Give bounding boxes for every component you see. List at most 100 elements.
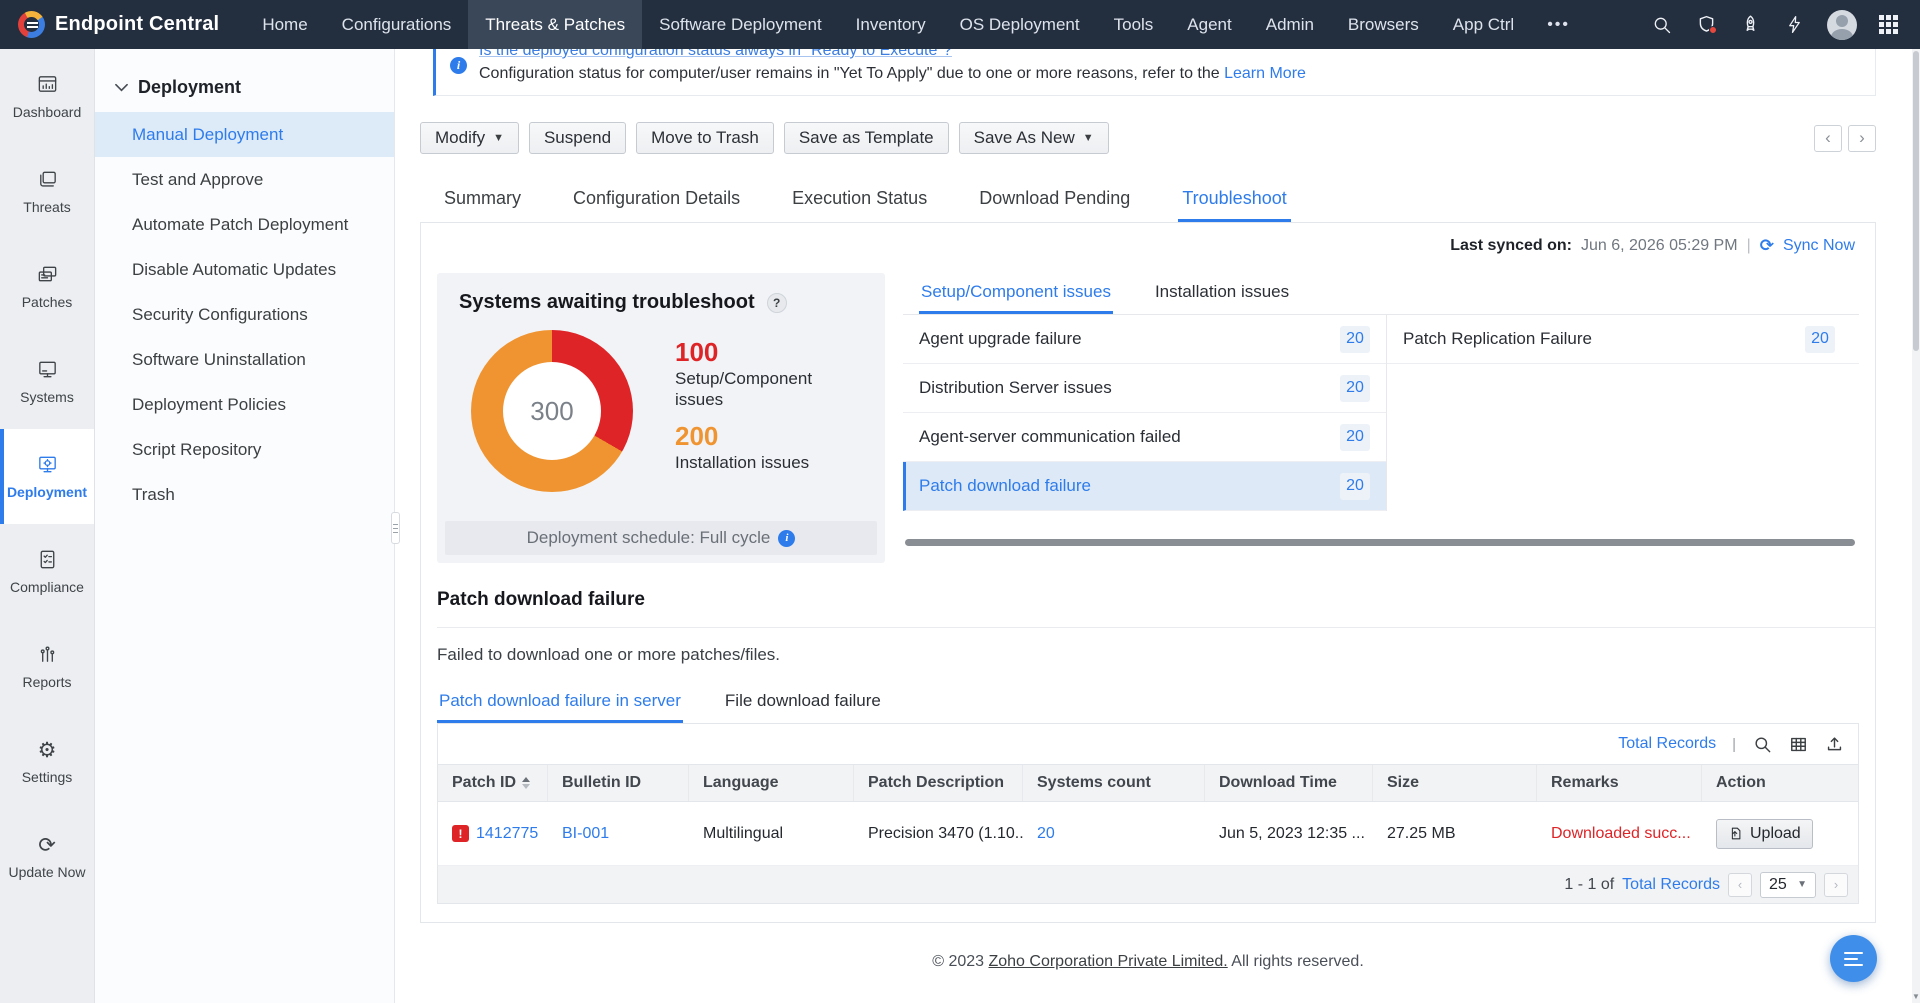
nav-item-os-deployment[interactable]: OS Deployment (943, 0, 1097, 49)
sidebar-item-deployment-policies[interactable]: Deployment Policies (95, 382, 394, 427)
banner-question-link[interactable]: Is the deployed configuration status alw… (479, 49, 1306, 62)
sidebar-item-trash[interactable]: Trash (95, 472, 394, 517)
suspend-button[interactable]: Suspend (529, 122, 626, 154)
systems-count-link[interactable]: 20 (1037, 825, 1055, 843)
tab-execution-status[interactable]: Execution Status (788, 178, 931, 222)
pagination-total-records-link[interactable]: Total Records (1622, 876, 1720, 894)
cell-download-time: Jun 5, 2023 12:35 ... (1205, 802, 1373, 865)
sidebar-item-automate-patch-deployment[interactable]: Automate Patch Deployment (95, 202, 394, 247)
schedule-info-icon[interactable]: i (778, 530, 795, 547)
rail-item-compliance[interactable]: Compliance (0, 524, 94, 619)
setup-component-count: 100 (675, 338, 825, 366)
nav-item-app-ctrl[interactable]: App Ctrl (1436, 0, 1531, 49)
issue-row-distribution-server-issues[interactable]: Distribution Server issues 20 (903, 364, 1386, 413)
column-chooser-icon[interactable] (1788, 734, 1808, 754)
nav-item-tools[interactable]: Tools (1097, 0, 1171, 49)
next-config-button[interactable]: › (1848, 125, 1876, 152)
nav-item-inventory[interactable]: Inventory (839, 0, 943, 49)
sidebar-item-script-repository[interactable]: Script Repository (95, 427, 394, 472)
issue-count[interactable]: 20 (1340, 424, 1370, 451)
sidebar-item-manual-deployment[interactable]: Manual Deployment (95, 112, 394, 157)
rail-item-systems[interactable]: Systems (0, 334, 94, 429)
sidebar-item-security-configurations[interactable]: Security Configurations (95, 292, 394, 337)
bulletin-id-link[interactable]: BI-001 (562, 825, 609, 843)
page-size-select[interactable]: 25▼ (1760, 872, 1816, 898)
pagination-next-button[interactable]: › (1824, 873, 1848, 897)
nav-item-agent[interactable]: Agent (1170, 0, 1248, 49)
rail-item-reports[interactable]: Reports (0, 619, 94, 714)
tab-patch-download-failure-in-server[interactable]: Patch download failure in server (437, 687, 683, 723)
upload-button[interactable]: Upload (1716, 819, 1813, 849)
modify-button[interactable]: Modify▼ (420, 122, 519, 154)
sort-icon[interactable] (522, 777, 530, 789)
issue-row-patch-replication-failure[interactable]: Patch Replication Failure 20 (1387, 315, 1859, 364)
issue-count[interactable]: 20 (1805, 326, 1835, 353)
cell-action: Upload (1702, 802, 1858, 865)
col-patch-id[interactable]: Patch ID (438, 765, 548, 801)
col-patch-description: Patch Description (854, 765, 1023, 801)
floating-menu-button[interactable] (1830, 935, 1877, 982)
issue-tabs: Setup/Component issues Installation issu… (903, 273, 1859, 315)
export-upload-icon[interactable] (1824, 734, 1844, 754)
tab-file-download-failure[interactable]: File download failure (723, 687, 883, 723)
rail-item-dashboard[interactable]: Dashboard (0, 49, 94, 144)
banner-message: Configuration status for computer/user r… (479, 62, 1306, 85)
issue-row-patch-download-failure[interactable]: Patch download failure 20 (903, 462, 1386, 511)
tab-configuration-details[interactable]: Configuration Details (569, 178, 744, 222)
prev-config-button[interactable]: ‹ (1814, 125, 1842, 152)
sidebar-item-test-and-approve[interactable]: Test and Approve (95, 157, 394, 202)
save-as-template-button[interactable]: Save as Template (784, 122, 949, 154)
sidebar-group-deployment[interactable]: Deployment (95, 49, 394, 112)
donut-chart[interactable]: 300 (471, 330, 633, 492)
save-as-new-button[interactable]: Save As New▼ (959, 122, 1109, 154)
patch-id-link[interactable]: 1412775 (476, 825, 538, 843)
sidebar-resize-grip[interactable] (391, 512, 400, 544)
nav-more-menu[interactable]: ••• (1531, 0, 1586, 49)
user-avatar[interactable] (1827, 10, 1857, 40)
scrollbar-down-arrow[interactable]: ▼ (1912, 992, 1920, 1001)
issue-row-agent-server-communication-failed[interactable]: Agent-server communication failed 20 (903, 413, 1386, 462)
rail-item-patches[interactable]: Patches (0, 239, 94, 334)
config-tabs: Summary Configuration Details Execution … (420, 178, 1876, 223)
dashboard-icon (36, 73, 59, 96)
total-records-link[interactable]: Total Records (1618, 735, 1716, 753)
help-icon[interactable]: ? (767, 293, 787, 313)
rail-item-threats[interactable]: Threats (0, 144, 94, 239)
apps-grid-icon[interactable] (1879, 15, 1898, 34)
sync-refresh-icon[interactable]: ⟳ (1760, 236, 1774, 256)
rail-item-settings[interactable]: ⚙ Settings (0, 714, 94, 809)
horizontal-scrollbar[interactable] (905, 539, 1855, 546)
rail-item-deployment[interactable]: Deployment (0, 429, 94, 524)
rocket-icon[interactable] (1739, 14, 1761, 36)
sync-now-link[interactable]: Sync Now (1783, 237, 1855, 255)
issue-count[interactable]: 20 (1340, 326, 1370, 353)
zoho-link[interactable]: Zoho Corporation Private Limited. (988, 953, 1227, 970)
tab-installation-issues[interactable]: Installation issues (1153, 273, 1291, 314)
tab-setup-component-issues[interactable]: Setup/Component issues (919, 273, 1113, 314)
pagination-prev-button[interactable]: ‹ (1728, 873, 1752, 897)
sidebar-item-software-uninstallation[interactable]: Software Uninstallation (95, 337, 394, 382)
quick-actions-flash-icon[interactable] (1783, 14, 1805, 36)
table-search-icon[interactable] (1752, 734, 1772, 754)
brand[interactable]: Endpoint Central (0, 0, 245, 49)
sidebar-item-disable-automatic-updates[interactable]: Disable Automatic Updates (95, 247, 394, 292)
nav-item-admin[interactable]: Admin (1249, 0, 1331, 49)
tab-download-pending[interactable]: Download Pending (975, 178, 1134, 222)
issue-row-agent-upgrade-failure[interactable]: Agent upgrade failure 20 (903, 315, 1386, 364)
page-scrollbar[interactable]: ▼ (1912, 49, 1920, 1003)
tab-troubleshoot[interactable]: Troubleshoot (1178, 178, 1290, 222)
tab-summary[interactable]: Summary (440, 178, 525, 222)
nav-item-software-deployment[interactable]: Software Deployment (642, 0, 839, 49)
move-to-trash-button[interactable]: Move to Trash (636, 122, 774, 154)
nav-item-browsers[interactable]: Browsers (1331, 0, 1436, 49)
rail-item-update-now[interactable]: ⟳ Update Now (0, 809, 94, 904)
security-shield-icon[interactable] (1695, 14, 1717, 36)
nav-item-configurations[interactable]: Configurations (325, 0, 469, 49)
nav-item-home[interactable]: Home (245, 0, 324, 49)
learn-more-link[interactable]: Learn More (1224, 65, 1306, 82)
issue-count[interactable]: 20 (1340, 375, 1370, 402)
scrollbar-thumb[interactable] (1913, 51, 1919, 351)
nav-item-threats-patches[interactable]: Threats & Patches (468, 0, 642, 49)
search-icon[interactable] (1651, 14, 1673, 36)
issue-count[interactable]: 20 (1340, 473, 1370, 500)
